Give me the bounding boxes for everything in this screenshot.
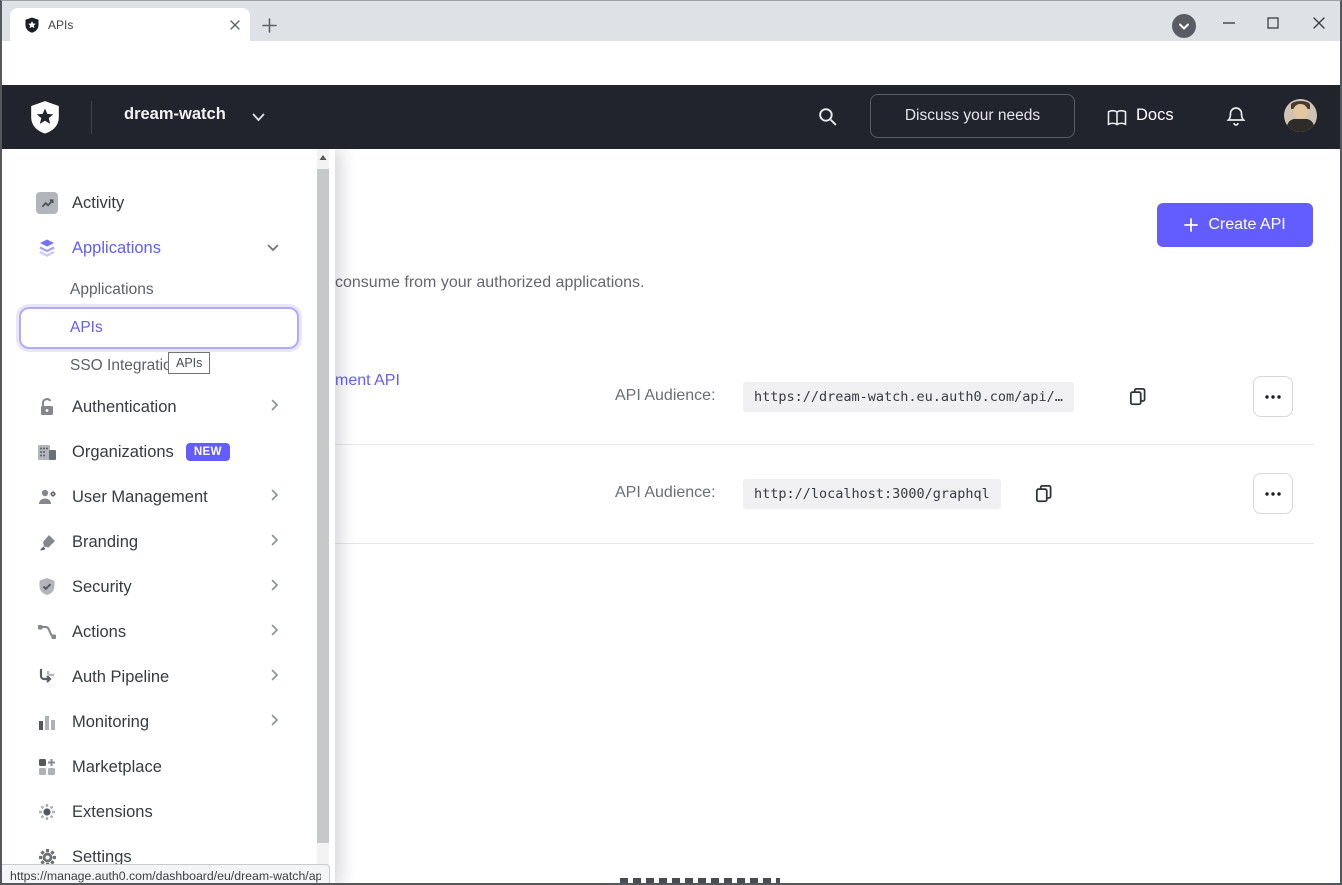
paintbrush-icon	[36, 531, 58, 553]
window-maximize-icon[interactable]	[1265, 15, 1281, 31]
organization-icon	[36, 441, 58, 463]
browser-titlebar: APIs	[2, 1, 1340, 41]
sidebar-item-extensions[interactable]: Extensions	[2, 790, 317, 834]
sidebar-subitem-applications[interactable]: Applications	[2, 272, 317, 308]
sidebar-item-security[interactable]: Security	[2, 565, 317, 609]
chevron-right-icon	[271, 713, 279, 731]
flow-icon	[36, 621, 58, 643]
new-tab-icon[interactable]	[262, 18, 277, 33]
lock-icon	[36, 396, 58, 418]
browser-tab[interactable]: APIs	[10, 8, 250, 41]
sidebar-item-label: Auth Pipeline	[72, 668, 169, 687]
browser-window: APIs manage.auth0.com/dashboard/eu/dream…	[0, 0, 1342, 885]
media-controls-icon[interactable]	[1172, 14, 1196, 38]
api-row-menu-button[interactable]	[1253, 473, 1293, 514]
search-icon[interactable]	[817, 106, 838, 127]
user-avatar[interactable]	[1284, 99, 1317, 132]
sidebar-item-label: Marketplace	[72, 758, 162, 777]
link-status-bar: https://manage.auth0.com/dashboard/eu/dr…	[2, 864, 330, 885]
sidebar-item-organizations[interactable]: Organizations NEW	[2, 430, 317, 474]
api-audience-label: API Audience:	[615, 484, 716, 502]
chevron-right-icon	[271, 578, 279, 596]
apis-page-subtitle: consume from your authorized application…	[335, 274, 645, 292]
discuss-needs-label: Discuss your needs	[905, 107, 1040, 125]
apis-tooltip: APIs	[168, 352, 210, 374]
sidebar-item-label: Applications	[72, 239, 161, 258]
api-audience-value: https://dream-watch.eu.auth0.com/api/…	[743, 382, 1074, 412]
clipped-text-fragment	[620, 878, 780, 884]
copy-icon[interactable]	[1033, 482, 1055, 504]
window-close-icon[interactable]	[1311, 15, 1327, 31]
tenant-chevron-down-icon[interactable]	[252, 113, 265, 122]
marketplace-grid-icon	[36, 756, 58, 778]
sidebar-item-actions[interactable]: Actions	[2, 610, 317, 654]
tab-close-icon[interactable]	[230, 20, 240, 30]
sidebar-item-label: APIs	[70, 319, 103, 337]
sidebar-item-label: Extensions	[72, 803, 153, 822]
auth0-topnav: dream-watch Discuss your needs Docs	[2, 85, 1340, 149]
sidebar-item-label: Organizations	[72, 443, 174, 462]
api-row-menu-button[interactable]	[1253, 376, 1293, 417]
sidebar-item-authentication[interactable]: Authentication	[2, 385, 317, 429]
chevron-right-icon	[271, 398, 279, 416]
sidebar-item-marketplace[interactable]: Marketplace	[2, 745, 317, 789]
scrollbar-up-arrow[interactable]	[319, 154, 327, 162]
sidebar-item-label: Security	[72, 578, 132, 597]
bar-chart-icon	[36, 711, 58, 733]
tab-title: APIs	[48, 18, 230, 32]
sidebar-item-auth-pipeline[interactable]: Auth Pipeline	[2, 655, 317, 699]
sidebar-item-label: Authentication	[72, 398, 177, 417]
browser-toolbar: manage.auth0.com/dashboard/eu/dream-watc…	[2, 41, 1340, 85]
create-api-label: Create API	[1208, 216, 1285, 234]
plus-icon	[1184, 218, 1198, 232]
create-api-button[interactable]: Create API	[1157, 203, 1313, 247]
window-minimize-icon[interactable]	[1221, 15, 1237, 31]
more-options-icon	[1263, 394, 1283, 400]
chevron-right-icon	[271, 668, 279, 686]
more-options-icon	[1263, 491, 1283, 497]
user-gear-icon	[36, 486, 58, 508]
shield-check-icon	[36, 576, 58, 598]
sidebar-subitem-sso-integrations[interactable]: SSO Integrations	[2, 348, 317, 384]
new-badge: NEW	[186, 443, 230, 461]
api-name-link[interactable]: ment API	[335, 372, 400, 390]
sidebar-subitem-apis[interactable]: APIs	[19, 307, 299, 349]
sidebar-item-label: Monitoring	[72, 713, 149, 732]
auth0-favicon	[24, 17, 40, 33]
docs-link[interactable]: Docs	[1136, 106, 1174, 125]
sidebar-item-activity[interactable]: Activity	[2, 181, 317, 225]
discuss-needs-button[interactable]: Discuss your needs	[870, 94, 1075, 138]
chevron-right-icon	[271, 623, 279, 641]
sidebar-item-user-management[interactable]: User Management	[2, 475, 317, 519]
sidebar-item-label: User Management	[72, 488, 208, 507]
docs-book-icon[interactable]	[1106, 109, 1128, 127]
pipeline-icon	[36, 666, 58, 688]
status-url: https://manage.auth0.com/dashboard/eu/dr…	[10, 869, 321, 883]
api-audience-label: API Audience:	[615, 387, 716, 405]
sidebar-scrollbar-thumb[interactable]	[317, 169, 329, 843]
extensions-gear-icon	[36, 801, 58, 823]
chevron-right-icon	[271, 488, 279, 506]
sidebar-item-branding[interactable]: Branding	[2, 520, 317, 564]
topnav-divider	[91, 101, 92, 134]
notifications-bell-icon[interactable]	[1226, 105, 1246, 128]
sidebar-item-label: Branding	[72, 533, 138, 552]
activity-icon	[36, 192, 58, 214]
layers-icon	[36, 237, 58, 259]
sidebar-item-label: Actions	[72, 623, 126, 642]
sidebar: Activity Applications Applications APIs …	[2, 149, 335, 885]
sidebar-item-label: Activity	[72, 194, 124, 213]
chevron-down-icon	[267, 239, 279, 257]
chevron-right-icon	[271, 533, 279, 551]
copy-icon[interactable]	[1127, 385, 1149, 407]
api-audience-value: http://localhost:3000/graphql	[743, 479, 1001, 509]
sidebar-item-applications[interactable]: Applications	[2, 226, 317, 270]
tenant-name[interactable]: dream-watch	[124, 105, 226, 124]
sidebar-item-monitoring[interactable]: Monitoring	[2, 700, 317, 744]
sidebar-item-label: Applications	[70, 281, 154, 299]
auth0-logo[interactable]	[28, 100, 62, 134]
